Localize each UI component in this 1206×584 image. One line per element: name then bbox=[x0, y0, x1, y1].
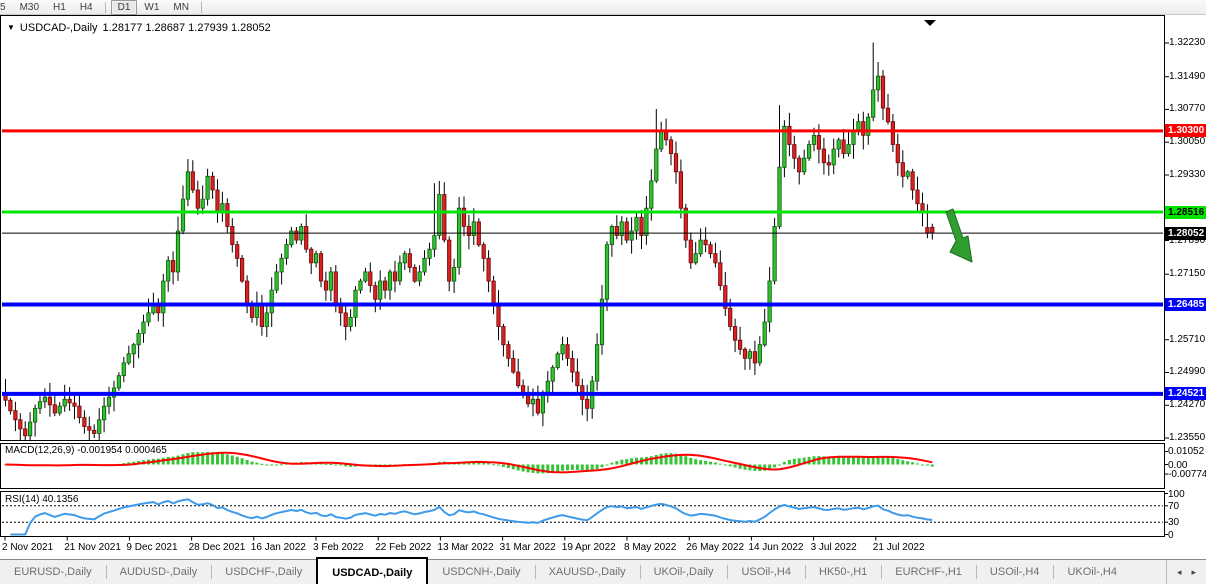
price-axis-label: 1.30050 bbox=[1169, 136, 1206, 148]
rsi-axis-label: 70 bbox=[1168, 501, 1206, 512]
date-axis-label: 2 Nov 2021 bbox=[2, 542, 53, 553]
chart-tab-0-eurusd[interactable]: EURUSD-,Daily bbox=[0, 560, 106, 584]
price-axis-label: 1.29330 bbox=[1169, 169, 1206, 181]
macd-panel-label: MACD(12,26,9) -0.001954 0.000465 bbox=[5, 445, 167, 456]
chart-tab-4-usdcnh[interactable]: USDCNH-,Daily bbox=[428, 560, 534, 584]
price-axis-label: 1.24270 bbox=[1169, 399, 1206, 411]
date-axis-label: 31 Mar 2022 bbox=[500, 542, 556, 553]
date-axis-label: 28 Dec 2021 bbox=[189, 542, 246, 553]
date-axis-label: 9 Dec 2021 bbox=[126, 542, 177, 553]
price-axis-label: 1.25710 bbox=[1169, 334, 1206, 346]
chart-tab-10-usoil[interactable]: USOil-,H4 bbox=[976, 560, 1054, 584]
date-axis-label: 16 Jan 2022 bbox=[251, 542, 306, 553]
price-axis-label: 1.30770 bbox=[1169, 103, 1206, 115]
date-axis-label: 21 Nov 2021 bbox=[64, 542, 121, 553]
chart-title: ▼ USDCAD-,Daily 1.28177 1.28687 1.27939 1.… bbox=[7, 22, 271, 34]
symbol-tabbar: EURUSD-,DailyAUDUSD-,DailyUSDCHF-,DailyU… bbox=[0, 559, 1206, 584]
price-axis-label: 1.31490 bbox=[1169, 71, 1206, 83]
date-axis-label: 14 Jun 2022 bbox=[748, 542, 803, 553]
date-axis-label: 19 Apr 2022 bbox=[562, 542, 616, 553]
rsi-panel-label: RSI(14) 40.1356 bbox=[5, 494, 78, 505]
date-axis-label: 13 Mar 2022 bbox=[437, 542, 493, 553]
macd-values: -0.001954 0.000465 bbox=[77, 445, 167, 456]
price-axis-label: 1.27150 bbox=[1169, 268, 1206, 280]
tab-scroll-nav: ◂ ▸ bbox=[1166, 560, 1206, 584]
price-axis-label: 1.23550 bbox=[1169, 432, 1206, 444]
chart-tab-2-usdchf[interactable]: USDCHF-,Daily bbox=[211, 560, 316, 584]
chart-tab-6-ukoil[interactable]: UKOil-,Daily bbox=[640, 560, 728, 584]
chart-tab-7-usoil[interactable]: USOil-,H4 bbox=[727, 560, 805, 584]
symbol-dropdown-icon[interactable]: ▼ bbox=[7, 23, 15, 32]
macd-axis-label: -0.00774 bbox=[1168, 469, 1206, 480]
date-axis-label: 3 Feb 2022 bbox=[313, 542, 364, 553]
next-tab-button[interactable]: ▸ bbox=[1191, 567, 1196, 578]
rsi-axis-label: 0 bbox=[1168, 530, 1206, 541]
rsi-axis-label: 100 bbox=[1168, 489, 1206, 500]
chart-tab-8-hk50[interactable]: HK50-,H1 bbox=[805, 560, 881, 584]
date-axis-label: 22 Feb 2022 bbox=[375, 542, 431, 553]
chart-tab-11-ukoil[interactable]: UKOil-,H4 bbox=[1053, 560, 1131, 584]
date-axis-label: 21 Jul 2022 bbox=[873, 542, 925, 553]
price-badge-1.28516: 1.28516 bbox=[1165, 206, 1206, 219]
prev-tab-button[interactable]: ◂ bbox=[1177, 567, 1182, 578]
chart-canvas[interactable] bbox=[0, 0, 1206, 584]
ohlc-values: 1.28177 1.28687 1.27939 1.28052 bbox=[103, 22, 271, 34]
price-axis-label: 1.24990 bbox=[1169, 366, 1206, 378]
chart-tab-3-usdcad[interactable]: USDCAD-,Daily bbox=[316, 557, 428, 584]
price-badge-1.24521: 1.24521 bbox=[1165, 387, 1206, 400]
chart-tab-9-eurchf[interactable]: EURCHF-,H1 bbox=[881, 560, 976, 584]
chart-tab-1-audusd[interactable]: AUDUSD-,Daily bbox=[106, 560, 212, 584]
chart-tab-5-xauusd[interactable]: XAUUSD-,Daily bbox=[535, 560, 640, 584]
rsi-axis-label: 30 bbox=[1168, 517, 1206, 528]
date-axis-label: 3 Jul 2022 bbox=[811, 542, 857, 553]
price-badge-1.28052: 1.28052 bbox=[1165, 227, 1206, 240]
main-panel-frame bbox=[1, 16, 1165, 441]
price-axis-label: 1.32230 bbox=[1169, 37, 1206, 49]
rsi-value: 40.1356 bbox=[42, 494, 78, 505]
macd-axis-label: 0.01052 bbox=[1168, 446, 1206, 457]
symbol-label: USDCAD-,Daily bbox=[20, 22, 98, 34]
date-axis-label: 8 May 2022 bbox=[624, 542, 676, 553]
price-badge-1.26485: 1.26485 bbox=[1165, 298, 1206, 311]
rsi-panel-frame bbox=[1, 492, 1165, 537]
price-badge-1.30300: 1.30300 bbox=[1165, 124, 1206, 137]
tab-row: EURUSD-,DailyAUDUSD-,DailyUSDCHF-,DailyU… bbox=[0, 560, 1131, 584]
date-axis-label: 26 May 2022 bbox=[686, 542, 744, 553]
